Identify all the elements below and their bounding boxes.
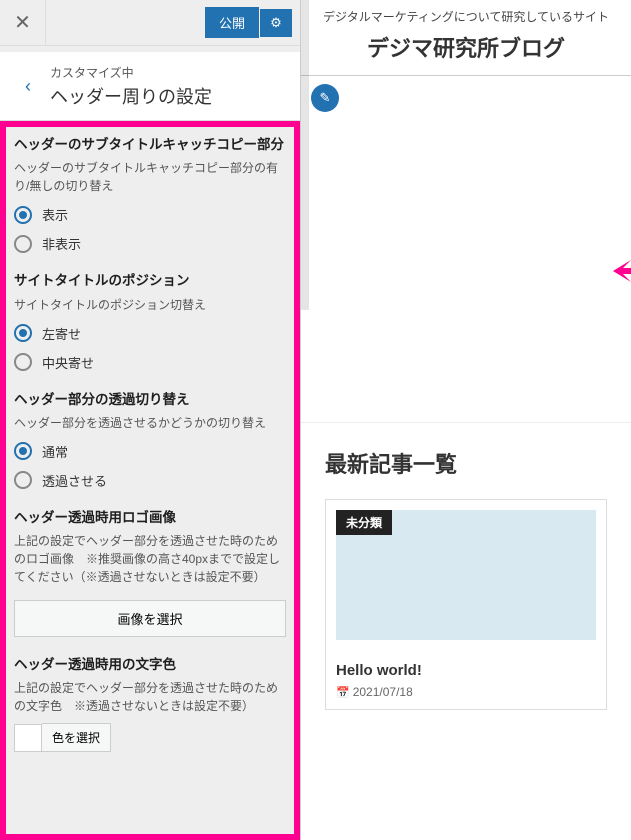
posts-heading: 最新記事一覧 [325,447,607,479]
site-tagline: デジタルマーケティングについて研究しているサイト [301,0,631,31]
control-header-transparent: ヘッダー部分の透過切り替え ヘッダー部分を透過させるかどうかの切り替え 通常 透… [14,390,286,490]
control-description: ヘッダーのサブタイトルキャッチコピー部分の有り/無しの切り替え [14,159,286,195]
select-image-button[interactable]: 画像を選択 [14,600,286,637]
control-description: 上記の設定でヘッダー部分を透過させた時のための文字色 ※透過させないときは設定不… [14,679,286,715]
control-label: ヘッダー部分の透過切り替え [14,390,286,410]
customizer-panel: ✕ 公開 ⚙ ‹ カスタマイズ中 ヘッダー周りの設定 ヘッダーのサブタイトルキャ… [0,0,300,840]
radio-show[interactable]: 表示 [14,205,286,224]
radio-normal[interactable]: 通常 [14,442,286,461]
radio-input-left[interactable] [14,324,32,342]
topbar: ✕ 公開 ⚙ [0,0,300,46]
posts-section: 最新記事一覧 未分類 Hello world! 2021/07/18 [301,422,631,734]
section-title: ヘッダー周りの設定 [50,83,286,109]
radio-label: 透過させる [42,471,107,490]
pencil-icon: ✎ [320,90,331,106]
settings-gear-button[interactable]: ⚙ [260,9,292,37]
control-description: ヘッダー部分を透過させるかどうかの切り替え [14,414,286,432]
post-category-badge: 未分類 [336,510,392,535]
control-label: ヘッダー透過時用の文字色 [14,655,286,675]
control-label: サイトタイトルのポジション [14,271,286,291]
section-subtitle: カスタマイズ中 [50,64,286,81]
radio-transparent[interactable]: 透過させる [14,471,286,490]
preview-pane: デジタルマーケティングについて研究しているサイト デジマ研究所ブログ ✎ 最新記… [300,0,631,840]
radio-center[interactable]: 中央寄せ [14,353,286,372]
color-swatch[interactable] [14,724,42,752]
radio-label: 左寄せ [42,324,81,343]
post-title: Hello world! [336,662,596,679]
section-header: ‹ カスタマイズ中 ヘッダー周りの設定 [0,52,300,121]
control-label: ヘッダーのサブタイトルキャッチコピー部分 [14,135,286,155]
control-trans-logo: ヘッダー透過時用ロゴ画像 上記の設定でヘッダー部分を透過させた時のためのロゴ画像… [14,508,286,637]
controls-scroll-area[interactable]: ヘッダーのサブタイトルキャッチコピー部分 ヘッダーのサブタイトルキャッチコピー部… [0,121,300,840]
radio-input-transparent[interactable] [14,471,32,489]
control-title-position: サイトタイトルのポジション サイトタイトルのポジション切替え 左寄せ 中央寄せ [14,271,286,371]
close-button[interactable]: ✕ [0,0,46,46]
annotation-arrow-icon [611,256,631,286]
radio-input-center[interactable] [14,353,32,371]
control-trans-color: ヘッダー透過時用の文字色 上記の設定でヘッダー部分を透過させた時のための文字色 … [14,655,286,752]
control-description: 上記の設定でヘッダー部分を透過させた時のためのロゴ画像 ※推奨画像の高さ40px… [14,532,286,586]
post-thumbnail: 未分類 [336,510,596,640]
site-title: デジマ研究所ブログ [301,31,631,75]
gear-icon: ⚙ [270,15,282,31]
scroll-shadow [301,0,309,310]
radio-input-show[interactable] [14,206,32,224]
control-description: サイトタイトルのポジション切替え [14,296,286,314]
radio-input-normal[interactable] [14,442,32,460]
select-color-button[interactable]: 色を選択 [42,723,111,752]
radio-label: 非表示 [42,234,81,253]
header-divider [301,75,631,76]
radio-label: 通常 [42,442,68,461]
radio-label: 表示 [42,205,68,224]
post-card[interactable]: 未分類 Hello world! 2021/07/18 [325,499,607,710]
radio-label: 中央寄せ [42,353,94,372]
publish-button[interactable]: 公開 [205,7,259,38]
edit-shortcut-button[interactable]: ✎ [311,84,339,112]
control-label: ヘッダー透過時用ロゴ画像 [14,508,286,528]
back-button[interactable]: ‹ [14,62,42,110]
control-subtitle-catch: ヘッダーのサブタイトルキャッチコピー部分 ヘッダーのサブタイトルキャッチコピー部… [14,135,286,253]
radio-hide[interactable]: 非表示 [14,234,286,253]
radio-left[interactable]: 左寄せ [14,324,286,343]
radio-input-hide[interactable] [14,235,32,253]
post-date: 2021/07/18 [336,685,596,699]
